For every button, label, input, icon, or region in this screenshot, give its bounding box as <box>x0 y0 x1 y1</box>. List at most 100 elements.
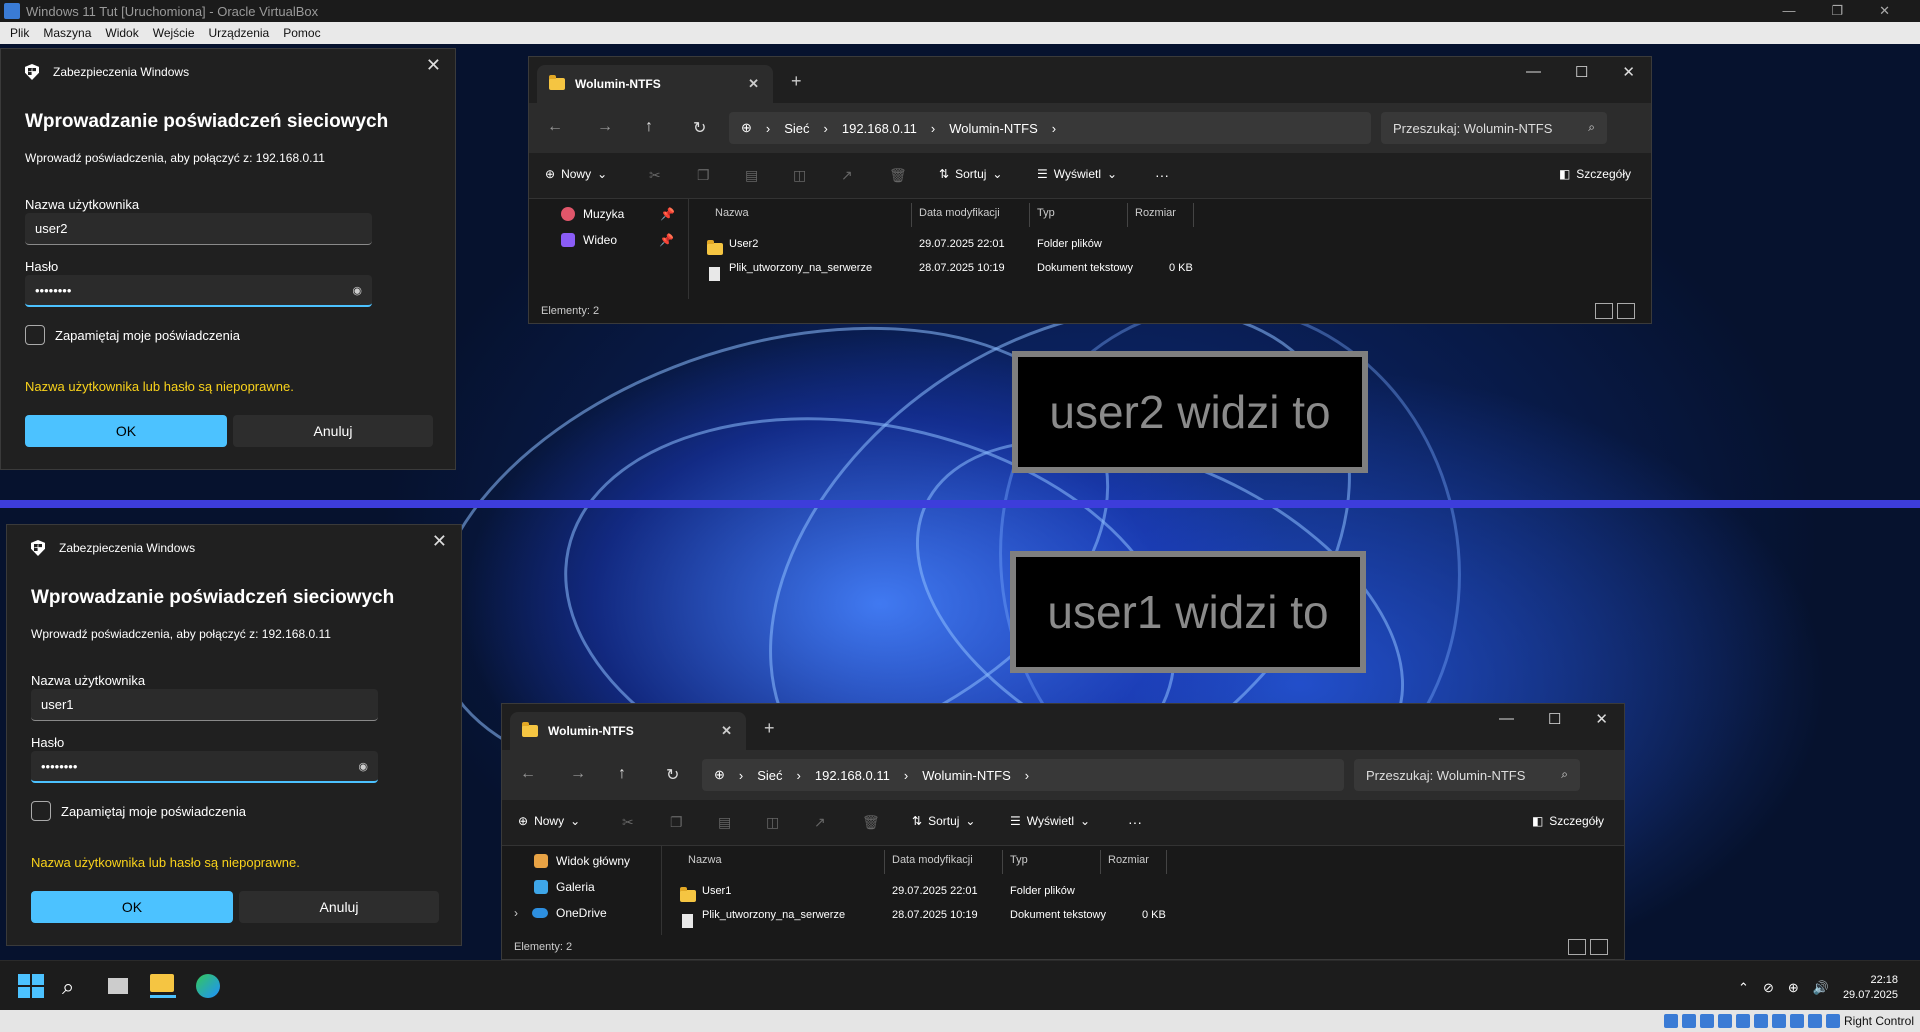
chevron-right-icon[interactable]: › <box>514 906 518 920</box>
close-button[interactable]: ✕ <box>1595 710 1608 728</box>
breadcrumb-volume[interactable]: Wolumin-NTFS <box>922 768 1011 783</box>
minimize-button[interactable]: — <box>1499 710 1514 728</box>
details-button[interactable]: ◧ Szczegóły <box>1559 167 1631 181</box>
column-type[interactable]: Typ <box>1037 207 1055 219</box>
back-arrow-icon[interactable]: ← <box>547 118 563 136</box>
reveal-password-icon[interactable]: ◉ <box>358 760 368 773</box>
hard-disk-icon[interactable] <box>1663 1014 1678 1028</box>
new-tab-button[interactable]: + <box>791 71 802 92</box>
optical-drive-icon[interactable] <box>1681 1014 1696 1028</box>
address-bar[interactable]: ⊕ › Sieć › 192.168.0.11 › Wolumin-NTFS › <box>729 112 1371 144</box>
ok-button[interactable]: OK <box>31 891 233 923</box>
column-date[interactable]: Data modyfikacji <box>919 207 1000 219</box>
audio-icon[interactable] <box>1699 1014 1714 1028</box>
sort-button[interactable]: ⇅ Sortuj ⌄ <box>939 167 1002 181</box>
details-button[interactable]: ◧ Szczegóły <box>1532 814 1604 828</box>
language-globe-icon[interactable]: ⊕ <box>1788 980 1799 996</box>
sidebar-item-home[interactable]: Widok główny <box>534 854 630 868</box>
menu-plik[interactable]: Plik <box>10 26 29 40</box>
cut-icon[interactable]: ✂ <box>649 167 661 184</box>
recording-icon[interactable] <box>1789 1014 1804 1028</box>
sidebar-item-galeria[interactable]: Galeria <box>534 880 595 894</box>
file-row[interactable]: User1 29.07.2025 22:01 Folder plików <box>662 880 1624 904</box>
maximize-button[interactable]: ☐ <box>1575 63 1588 81</box>
more-options-icon[interactable]: ··· <box>1155 167 1169 183</box>
menu-urzadzenia[interactable]: Urządzenia <box>209 26 270 40</box>
search-input[interactable]: Przeszukaj: Wolumin-NTFS ⌕ <box>1354 759 1580 791</box>
paste-icon[interactable]: ▤ <box>745 167 758 184</box>
username-field[interactable]: user1 <box>31 689 378 721</box>
delete-icon[interactable]: 🗑 <box>889 167 907 184</box>
restore-button[interactable]: ❐ <box>1831 3 1843 19</box>
new-button[interactable]: ⊕ Nowy ⌄ <box>545 167 607 181</box>
file-row[interactable]: Plik_utworzony_na_serwerze 28.07.2025 10… <box>662 904 1624 928</box>
tab-close-icon[interactable]: ✕ <box>748 76 759 92</box>
up-arrow-icon[interactable]: ↑ <box>618 765 626 783</box>
column-type[interactable]: Typ <box>1010 854 1028 866</box>
share-icon[interactable]: ↗ <box>841 167 853 184</box>
details-view-icon[interactable] <box>1568 939 1586 955</box>
breadcrumb-ip[interactable]: 192.168.0.11 <box>842 121 917 136</box>
remember-checkbox[interactable]: Zapamiętaj moje poświadczenia <box>31 801 246 821</box>
rename-icon[interactable]: ◫ <box>793 167 806 184</box>
breadcrumb-siec[interactable]: Sieć <box>757 768 782 783</box>
details-view-icon[interactable] <box>1595 303 1613 319</box>
forward-arrow-icon[interactable]: → <box>570 765 586 783</box>
maximize-button[interactable]: ☐ <box>1548 710 1561 728</box>
column-size[interactable]: Rozmiar <box>1108 854 1149 866</box>
edge-icon[interactable] <box>196 974 222 998</box>
new-tab-button[interactable]: + <box>764 718 775 739</box>
tab-close-icon[interactable]: ✕ <box>721 723 732 739</box>
minimize-button[interactable]: — <box>1526 63 1541 81</box>
column-date[interactable]: Data modyfikacji <box>892 854 973 866</box>
file-row[interactable]: Plik_utworzony_na_serwerze 28.07.2025 10… <box>689 257 1651 281</box>
up-arrow-icon[interactable]: ↑ <box>645 118 653 136</box>
new-button[interactable]: ⊕ Nowy ⌄ <box>518 814 580 828</box>
column-name[interactable]: Nazwa <box>688 854 722 866</box>
mouse-integration-icon[interactable] <box>1807 1014 1822 1028</box>
dialog-close-button[interactable]: ✕ <box>426 55 441 76</box>
ok-button[interactable]: OK <box>25 415 227 447</box>
tab-wolumin-ntfs[interactable]: Wolumin-NTFS ✕ <box>537 65 773 103</box>
clock[interactable]: 22:18 29.07.2025 <box>1843 973 1898 1003</box>
volume-icon[interactable]: 🔊 <box>1813 980 1829 996</box>
task-view-icon[interactable] <box>108 974 134 998</box>
refresh-icon[interactable]: ↻ <box>666 765 679 785</box>
dialog-close-button[interactable]: ✕ <box>432 531 447 552</box>
more-options-icon[interactable]: ··· <box>1128 814 1142 830</box>
menu-pomoc[interactable]: Pomoc <box>283 26 320 40</box>
file-row[interactable]: User2 29.07.2025 22:01 Folder plików <box>689 233 1651 257</box>
rename-icon[interactable]: ◫ <box>766 814 779 831</box>
sidebar-item-muzyka[interactable]: Muzyka 📌 <box>561 207 675 221</box>
minimize-button[interactable]: — <box>1782 3 1795 19</box>
view-button[interactable]: ☰ Wyświetl ⌄ <box>1037 167 1117 181</box>
cut-icon[interactable]: ✂ <box>622 814 634 831</box>
reveal-password-icon[interactable]: ◉ <box>352 284 362 297</box>
view-button[interactable]: ☰ Wyświetl ⌄ <box>1010 814 1090 828</box>
password-field[interactable]: •••••••• ◉ <box>31 751 378 783</box>
address-bar[interactable]: ⊕ › Sieć › 192.168.0.11 › Wolumin-NTFS › <box>702 759 1344 791</box>
menu-maszyna[interactable]: Maszyna <box>43 26 91 40</box>
chevron-up-icon[interactable]: ⌃ <box>1738 980 1749 996</box>
shared-folders-icon[interactable] <box>1753 1014 1768 1028</box>
back-arrow-icon[interactable]: ← <box>520 765 536 783</box>
network-offline-icon[interactable]: ⊘ <box>1763 980 1774 996</box>
breadcrumb-ip[interactable]: 192.168.0.11 <box>815 768 890 783</box>
menu-widok[interactable]: Widok <box>105 26 138 40</box>
column-name[interactable]: Nazwa <box>715 207 749 219</box>
sidebar-item-onedrive[interactable]: › OneDrive <box>514 906 607 920</box>
refresh-icon[interactable]: ↻ <box>693 118 706 138</box>
start-button[interactable] <box>18 974 44 998</box>
menu-wejscie[interactable]: Wejście <box>153 26 195 40</box>
display-icon[interactable] <box>1771 1014 1786 1028</box>
cancel-button[interactable]: Anuluj <box>233 415 433 447</box>
copy-icon[interactable]: ❐ <box>697 167 710 184</box>
tiles-view-icon[interactable] <box>1590 939 1608 955</box>
column-size[interactable]: Rozmiar <box>1135 207 1176 219</box>
tab-wolumin-ntfs[interactable]: Wolumin-NTFS ✕ <box>510 712 746 750</box>
remember-checkbox[interactable]: Zapamiętaj moje poświadczenia <box>25 325 240 345</box>
forward-arrow-icon[interactable]: → <box>597 118 613 136</box>
tiles-view-icon[interactable] <box>1617 303 1635 319</box>
search-icon[interactable]: ⌕ <box>62 974 88 999</box>
usb-icon[interactable] <box>1735 1014 1750 1028</box>
